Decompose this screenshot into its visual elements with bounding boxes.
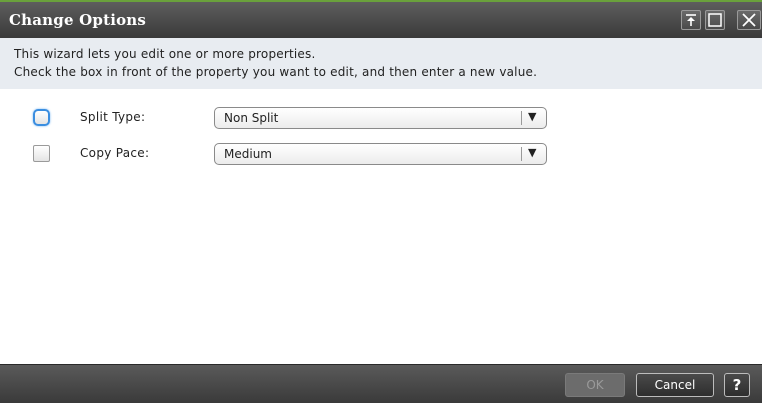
pin-icon (686, 14, 696, 26)
help-button[interactable]: ? (724, 373, 750, 397)
instructions-line-1: This wizard lets you edit one or more pr… (14, 47, 316, 61)
split-type-select[interactable]: Non Split ▼ (214, 107, 547, 129)
maximize-button[interactable] (705, 10, 725, 30)
copy-pace-value: Medium (224, 147, 272, 161)
change-options-dialog: Change Options This wizard lets you edit… (0, 0, 762, 403)
instructions-line-2: Check the box in front of the property y… (14, 65, 538, 79)
close-icon (742, 13, 756, 27)
copy-pace-label: Copy Pace: (80, 146, 150, 160)
cancel-button[interactable]: Cancel (636, 373, 714, 397)
split-type-checkbox[interactable] (33, 109, 50, 126)
dropdown-arrow-icon: ▼ (528, 110, 537, 123)
dropdown-arrow-icon: ▼ (528, 146, 537, 159)
copy-pace-select[interactable]: Medium ▼ (214, 143, 547, 165)
maximize-icon (708, 13, 722, 27)
select-divider (521, 147, 522, 161)
property-row-copy-pace: Copy Pace: Medium ▼ (0, 142, 762, 168)
ok-button[interactable]: OK (565, 373, 625, 397)
property-row-split-type: Split Type: Non Split ▼ (0, 106, 762, 132)
dialog-footer: OK Cancel ? (0, 364, 762, 403)
copy-pace-checkbox[interactable] (33, 145, 50, 162)
dialog-title: Change Options (9, 11, 147, 29)
instructions-panel: This wizard lets you edit one or more pr… (0, 38, 762, 89)
close-button[interactable] (737, 10, 761, 30)
split-type-label: Split Type: (80, 110, 146, 124)
split-type-value: Non Split (224, 111, 279, 125)
title-bar[interactable]: Change Options (0, 2, 762, 38)
pin-button[interactable] (681, 10, 701, 30)
select-divider (521, 111, 522, 125)
